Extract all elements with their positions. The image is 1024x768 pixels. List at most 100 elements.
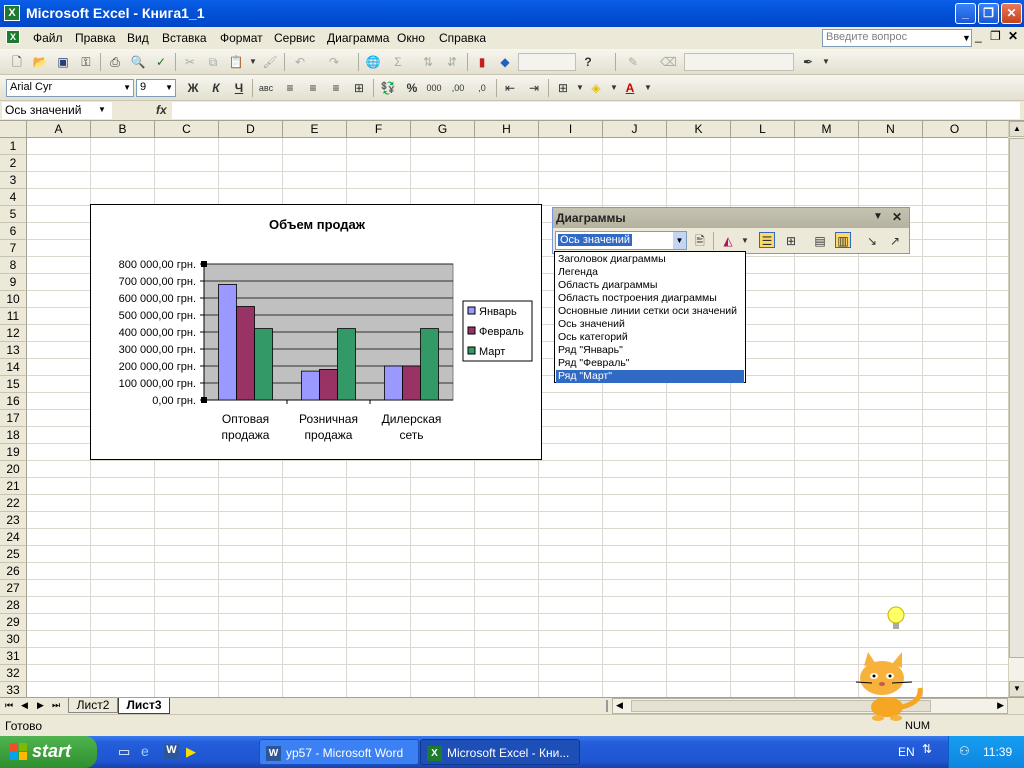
excel-icon[interactable]: X [4, 5, 20, 21]
row-header-8[interactable]: 8 [0, 257, 27, 274]
formula-input[interactable] [172, 102, 1020, 119]
y-tick-label[interactable]: 700 000,00 грн. [119, 276, 196, 288]
column-header-k[interactable]: K [667, 121, 731, 138]
increase-indent-icon[interactable]: ⇥ [526, 80, 542, 96]
scroll-down-icon[interactable]: ▼ [1009, 681, 1024, 697]
legend-swatch[interactable] [467, 326, 476, 335]
bar-1-2[interactable] [301, 370, 320, 401]
borders-icon[interactable]: ⊞ [555, 80, 571, 96]
underline-button[interactable]: Ч [231, 80, 247, 96]
legend-toggle-icon[interactable]: ☰ [759, 232, 775, 248]
chart-type-dropdown-icon[interactable]: ▼ [737, 233, 753, 249]
drawing-icon[interactable]: ◆ [497, 54, 513, 70]
chart-object-option[interactable]: Ряд "Январь" [556, 344, 744, 357]
currency-icon[interactable]: 💱 [380, 80, 396, 96]
menu-window[interactable]: Окно [397, 31, 425, 45]
language-indicator[interactable]: EN [898, 745, 915, 759]
font-combo[interactable]: Arial Cyr ▼ [6, 79, 134, 97]
bar-2-3[interactable] [402, 365, 421, 401]
ask-dropdown-icon[interactable]: ▼ [962, 33, 971, 43]
y-tick-label[interactable]: 300 000,00 грн. [119, 344, 196, 356]
row-header-6[interactable]: 6 [0, 223, 27, 240]
column-header-b[interactable]: B [91, 121, 155, 138]
y-tick-label[interactable]: 200 000,00 грн. [119, 361, 196, 373]
prev-sheet-icon[interactable]: ◀ [21, 700, 28, 711]
ie-icon[interactable]: e [141, 743, 149, 759]
y-tick-label[interactable]: 500 000,00 грн. [119, 310, 196, 322]
x-tick-label[interactable]: продажа [222, 428, 270, 442]
row-header-28[interactable]: 28 [0, 597, 27, 614]
chart-object-option[interactable]: Ряд "Февраль" [556, 357, 744, 370]
row-header-33[interactable]: 33 [0, 682, 27, 697]
row-header-25[interactable]: 25 [0, 546, 27, 563]
column-header-h[interactable]: H [475, 121, 539, 138]
x-tick-label[interactable]: Оптовая [222, 412, 269, 426]
axis-handle-bottom[interactable] [201, 397, 207, 403]
select-all-corner[interactable] [0, 121, 27, 138]
legend-swatch[interactable] [467, 346, 476, 355]
axis-handle-top[interactable] [201, 261, 207, 267]
row-header-5[interactable]: 5 [0, 206, 27, 223]
task-excel[interactable]: X Microsoft Excel - Кни... [420, 739, 580, 765]
menu-help[interactable]: Справка [439, 31, 486, 45]
media-player-icon[interactable]: ▶ [186, 744, 196, 760]
bar-2-1[interactable] [236, 306, 255, 401]
font-color-dropdown-icon[interactable]: ▼ [640, 80, 656, 96]
doc-minimize-button[interactable]: _ [975, 29, 982, 43]
menu-insert[interactable]: Вставка [162, 31, 207, 45]
start-button[interactable]: start [0, 736, 97, 768]
row-header-4[interactable]: 4 [0, 189, 27, 206]
align-right-icon[interactable]: ≡ [328, 80, 344, 96]
legend-entry[interactable]: Январь [479, 306, 517, 318]
office-assistant-cat-icon[interactable] [842, 652, 928, 722]
decrease-decimal-icon[interactable]: ,0 [474, 80, 490, 96]
word-quicklaunch-icon[interactable]: W [164, 744, 179, 759]
scroll-thumb[interactable] [1009, 138, 1024, 658]
row-header-19[interactable]: 19 [0, 444, 27, 461]
lightbulb-icon[interactable] [886, 606, 906, 632]
menu-tools[interactable]: Сервис [274, 31, 315, 45]
column-header-n[interactable]: N [859, 121, 923, 138]
y-tick-label[interactable]: 400 000,00 грн. [119, 327, 196, 339]
column-header-f[interactable]: F [347, 121, 411, 138]
chart-object-option[interactable]: Область диаграммы [556, 279, 744, 292]
by-column-icon[interactable]: ▥ [835, 232, 851, 248]
legend-entry[interactable]: Март [479, 346, 505, 358]
chart-objects-combo[interactable]: Ось значений ▼ [555, 231, 687, 250]
last-sheet-icon[interactable]: ⏭ [52, 700, 60, 711]
bar-1-1[interactable] [218, 284, 237, 401]
column-header-o[interactable]: O [923, 121, 987, 138]
first-sheet-icon[interactable]: ⏮ [5, 700, 13, 711]
chart-object-option[interactable]: Ось категорий [556, 331, 744, 344]
row-header-15[interactable]: 15 [0, 376, 27, 393]
print-preview-icon[interactable]: 🔍 [130, 54, 146, 70]
column-header-e[interactable]: E [283, 121, 347, 138]
column-header-d[interactable]: D [219, 121, 283, 138]
open-icon[interactable]: 📂 [32, 54, 48, 70]
row-header-27[interactable]: 27 [0, 580, 27, 597]
excel-doc-icon[interactable]: X [6, 30, 20, 44]
row-header-12[interactable]: 12 [0, 325, 27, 342]
fill-color-dropdown-icon[interactable]: ▼ [606, 80, 622, 96]
row-header-18[interactable]: 18 [0, 427, 27, 444]
bar-3-3[interactable] [420, 328, 439, 401]
bold-button[interactable]: Ж [185, 80, 201, 96]
row-header-2[interactable]: 2 [0, 155, 27, 172]
strikethrough-icon[interactable]: авс [258, 80, 274, 96]
bar-2-2[interactable] [319, 368, 338, 401]
legend-entry[interactable]: Февраль [479, 326, 524, 338]
name-box[interactable]: Ось значений ▼ [2, 102, 112, 119]
chart-objects-list[interactable]: Заголовок диаграммы Легенда Область диагра… [554, 251, 746, 383]
format-object-icon[interactable]: 🖹 [692, 233, 708, 249]
embedded-chart[interactable]: Объем продаж 800 000,00 грн. 700 000,00 г… [90, 204, 542, 460]
row-header-16[interactable]: 16 [0, 393, 27, 410]
y-tick-label[interactable]: 100 000,00 грн. [119, 378, 196, 390]
row-header-11[interactable]: 11 [0, 308, 27, 325]
column-header-j[interactable]: J [603, 121, 667, 138]
y-tick-label[interactable]: 0,00 грн. [152, 395, 196, 407]
next-sheet-icon[interactable]: ▶ [37, 700, 44, 711]
menu-chart[interactable]: Диаграмма [327, 31, 389, 45]
tray-app-icon[interactable]: ⚇ [959, 744, 970, 758]
row-header-14[interactable]: 14 [0, 359, 27, 376]
sheet-tab-2[interactable]: Лист2 [68, 698, 118, 713]
